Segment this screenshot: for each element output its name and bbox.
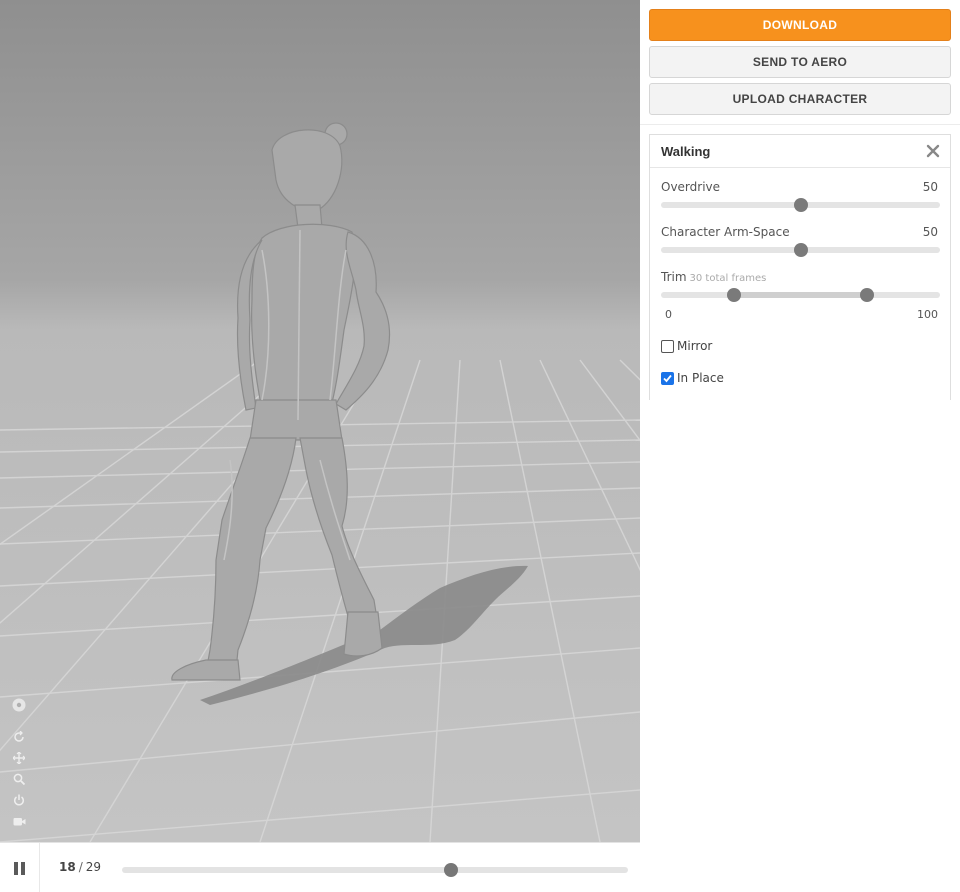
trim-end-handle[interactable] — [860, 288, 875, 302]
trim-label-group: Trim 30 total frames — [661, 270, 766, 284]
pause-icon-bar — [21, 861, 25, 875]
current-frame: 18 — [59, 860, 76, 874]
viewport-toolbar — [10, 696, 30, 833]
trim-max: 100 — [917, 308, 938, 321]
power-icon[interactable] — [10, 791, 28, 809]
timeline-scrubber[interactable] — [122, 863, 628, 877]
arm-space-label: Character Arm-Space — [661, 225, 790, 239]
trim-start-handle[interactable] — [726, 288, 741, 302]
eye-icon[interactable] — [10, 696, 28, 714]
mirror-option[interactable]: Mirror — [661, 339, 712, 353]
overdrive-param: Overdrive 50 — [661, 180, 940, 212]
frame-separator: / — [78, 860, 83, 874]
arm-space-param: Character Arm-Space 50 — [661, 225, 940, 257]
arm-space-slider[interactable] — [661, 243, 940, 257]
total-frames: 29 — [85, 860, 102, 874]
trim-frame-note: 30 total frames — [689, 273, 767, 284]
3d-viewport[interactable] — [0, 0, 640, 842]
trim-label: Trim — [661, 270, 687, 284]
send-to-aero-button[interactable]: SEND TO AERO — [649, 46, 951, 78]
animation-title: Walking — [661, 144, 711, 159]
rotate-icon[interactable] — [10, 728, 28, 746]
character-model — [171, 122, 528, 705]
upload-character-button[interactable]: UPLOAD CHARACTER — [649, 83, 951, 115]
card-header: Walking — [650, 135, 950, 168]
pan-icon[interactable] — [10, 749, 28, 767]
trim-range-slider[interactable] — [661, 288, 940, 302]
in-place-option[interactable]: In Place — [661, 371, 724, 385]
in-place-label: In Place — [677, 371, 724, 385]
timeline-bar: 18/29 — [0, 842, 640, 892]
overdrive-slider[interactable] — [661, 198, 940, 212]
divider — [640, 124, 960, 125]
timeline-scrubber-handle[interactable] — [443, 863, 458, 877]
camera-icon[interactable] — [10, 812, 28, 830]
zoom-icon[interactable] — [10, 770, 28, 788]
close-icon[interactable] — [926, 144, 940, 158]
arm-space-value: 50 — [922, 225, 938, 239]
trim-param: Trim 30 total frames 0 100 — [661, 270, 940, 326]
overdrive-label: Overdrive — [661, 180, 721, 194]
download-button[interactable]: DOWNLOAD — [649, 9, 951, 41]
pause-button[interactable] — [0, 843, 40, 892]
pause-icon-bar — [14, 861, 18, 875]
arm-space-slider-thumb[interactable] — [793, 243, 808, 257]
in-place-checkbox[interactable] — [661, 371, 674, 385]
overdrive-value: 50 — [922, 180, 938, 194]
settings-panel: DOWNLOAD SEND TO AERO UPLOAD CHARACTER W… — [640, 0, 960, 892]
trim-range-fill — [733, 292, 868, 298]
overdrive-slider-thumb[interactable] — [793, 198, 808, 212]
mirror-label: Mirror — [677, 339, 713, 353]
frame-counter: 18/29 — [59, 860, 101, 874]
trim-min: 0 — [665, 308, 672, 321]
animation-settings-card: Walking Overdrive 50 Character Arm-Space… — [649, 134, 951, 400]
mirror-checkbox[interactable] — [661, 339, 674, 353]
